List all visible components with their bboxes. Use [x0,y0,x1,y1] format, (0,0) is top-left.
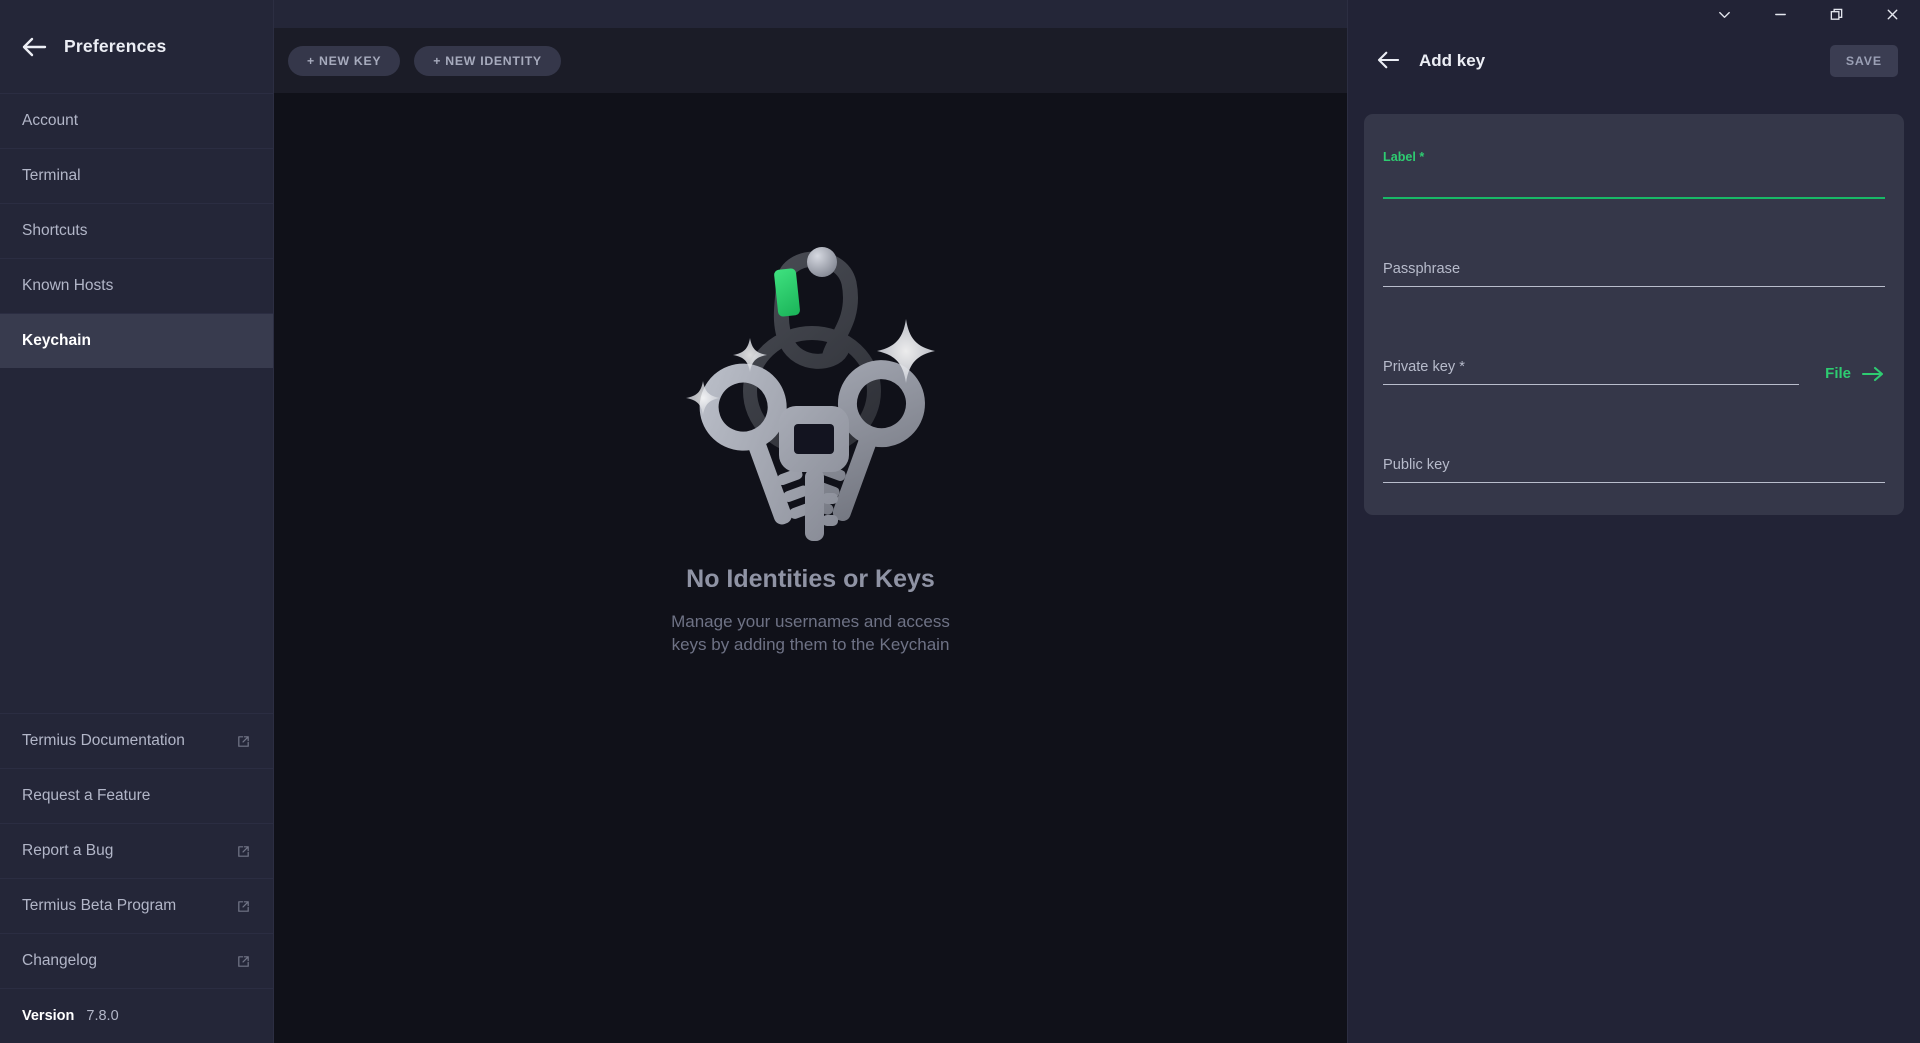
sidebar-item-terminal[interactable]: Terminal [0,148,273,203]
sidebar-link-request-a-feature[interactable]: Request a Feature [0,768,273,823]
sidebar-link-report-a-bug[interactable]: Report a Bug [0,823,273,878]
label-field-group: Label * [1364,150,1904,199]
passphrase-field-label[interactable]: Passphrase [1383,261,1885,277]
sidebar-item-label: Terminal [22,167,81,184]
external-link-icon [236,899,251,914]
passphrase-field-group: Passphrase [1364,261,1904,287]
external-link-icon [236,954,251,969]
public-key-field-underline [1383,482,1885,483]
sidebar-item-shortcuts[interactable]: Shortcuts [0,203,273,258]
arrow-right-icon [1861,366,1884,381]
page-title: Preferences [64,36,167,56]
sidebar-link-label: Termius Documentation [22,732,185,749]
preferences-sidebar: Preferences Account Terminal Shortcuts K… [0,0,274,1043]
external-link-icon [236,844,251,859]
label-field-underline [1383,197,1885,199]
empty-state-description: Manage your usernames and access keys by… [671,612,950,655]
keychain-toolbar: + NEW KEY + NEW IDENTITY [274,28,1347,93]
add-key-header: Add key SAVE [1348,28,1920,93]
keyring-keys-illustration [681,231,941,541]
private-key-field-group: Private key * File [1364,359,1904,385]
sidebar-nav: Account Terminal Shortcuts Known Hosts K… [0,93,273,368]
empty-state: No Identities or Keys Manage your userna… [274,93,1347,1043]
private-key-input-wrap[interactable]: Private key * [1383,359,1800,385]
back-arrow-icon[interactable] [1377,50,1403,72]
passphrase-field-underline [1383,286,1885,287]
minimize-icon[interactable] [1752,0,1808,28]
sidebar-item-account[interactable]: Account [0,93,273,148]
sidebar-link-label: Report a Bug [22,842,114,859]
sidebar-item-label: Keychain [22,332,91,349]
public-key-field-label[interactable]: Public key [1383,457,1885,473]
keychain-main: + NEW KEY + NEW IDENTITY No Identities o… [274,0,1347,1043]
sidebar-link-changelog[interactable]: Changelog [0,933,273,988]
sidebar-item-known-hosts[interactable]: Known Hosts [0,258,273,313]
sidebar-item-label: Account [22,112,79,129]
label-input[interactable] [1383,164,1885,197]
sidebar-link-label: Termius Beta Program [22,897,177,914]
add-key-panel: Add key SAVE Label * Passphrase Private … [1347,0,1920,1043]
restore-icon[interactable] [1808,0,1864,28]
sidebar-item-label: Shortcuts [22,222,88,239]
window-controls [1348,0,1920,28]
sidebar-link-termius-beta-program[interactable]: Termius Beta Program [0,878,273,933]
titlebar-strip [274,0,1347,28]
new-key-button[interactable]: + NEW KEY [288,45,401,76]
save-button[interactable]: SAVE [1829,44,1898,77]
close-icon[interactable] [1864,0,1920,28]
add-key-form-card: Label * Passphrase Private key * File Pu… [1364,114,1904,515]
file-picker-link[interactable]: File [1799,365,1885,385]
sidebar-item-keychain[interactable]: Keychain [0,313,273,368]
sidebar-item-label: Known Hosts [22,277,114,294]
sidebar-link-label: Changelog [22,952,97,969]
version-label: Version [22,1008,75,1024]
add-key-title: Add key [1419,50,1486,70]
external-link-icon [236,734,251,749]
new-identity-button[interactable]: + NEW IDENTITY [414,45,561,76]
back-arrow-icon[interactable] [22,36,48,58]
version-row: Version 7.8.0 [0,988,273,1043]
sidebar-link-termius-documentation[interactable]: Termius Documentation [0,713,273,768]
private-key-field-label: Private key * [1383,359,1465,375]
chevron-down-icon[interactable] [1696,0,1752,28]
empty-state-title: No Identities or Keys [686,565,935,593]
sidebar-link-label: Request a Feature [22,787,151,804]
version-value: 7.8.0 [86,1008,119,1024]
app-root: Preferences Account Terminal Shortcuts K… [0,0,1920,1043]
private-key-field-underline [1383,384,1800,385]
label-field-label: Label * [1383,150,1425,164]
sidebar-header: Preferences [0,0,273,93]
file-link-label: File [1825,365,1851,382]
public-key-field-group: Public key [1364,457,1904,483]
sidebar-links: Termius Documentation Request a Feature … [0,713,273,1043]
